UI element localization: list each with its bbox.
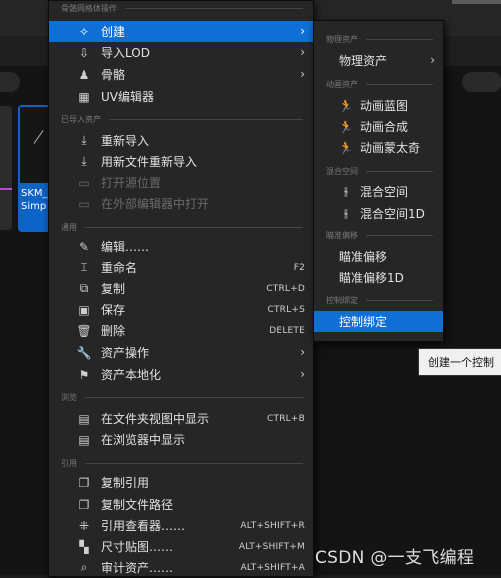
section-blend-space: 混合空间: [314, 164, 443, 178]
size-map-icon: ▚: [79, 539, 89, 554]
folder-search-icon: ▤: [78, 432, 90, 447]
section-references: 引用: [49, 456, 313, 470]
anim-blueprint-icon: 🏃: [338, 98, 354, 113]
flag-icon: ⚑: [78, 367, 90, 382]
section-physics-asset: 物理资产: [314, 32, 443, 46]
tooltip: 创建一个控制: [418, 348, 501, 376]
shortcut-label: CTRL+B: [267, 413, 305, 424]
menu-item-uv-editor[interactable]: ▦ UV编辑器: [49, 86, 313, 107]
menu-item-rename[interactable]: ⌶ 重命名 F2: [49, 257, 313, 278]
chevron-right-icon: ›: [300, 67, 305, 81]
menu-item-asset-localization[interactable]: ⚑ 资产本地化 ›: [49, 364, 313, 385]
menu-item-reference-viewer[interactable]: ⁜ 引用查看器…… ALT+SHIFT+R: [49, 515, 313, 536]
asset-context-menu: 骨骼网格体操作 ✧ 创建 › ⇩ 导入LOD › ♟ 骨骼 › ▦ UV编辑器 …: [48, 0, 314, 577]
reimport-icon: ⤓: [81, 133, 87, 147]
shortcut-label: ALT+SHIFT+A: [240, 562, 305, 573]
menu-item-delete[interactable]: 🗑 删除 DELETE: [49, 320, 313, 341]
menu-item-open-in-external-editor: ▭ 在外部编辑器中打开: [49, 193, 313, 214]
trash-icon: 🗑: [76, 323, 92, 338]
shortcut-label: CTRL+S: [267, 304, 305, 315]
menu-item-import-lod[interactable]: ⇩ 导入LOD ›: [49, 42, 313, 63]
watermark: CSDN @一支飞编程: [315, 548, 475, 568]
submenu-item-anim-montage[interactable]: 🏃 动画蒙太奇: [314, 137, 443, 158]
filter-pill[interactable]: [462, 72, 501, 92]
chevron-right-icon: ›: [430, 53, 435, 67]
anim-montage-icon: 🏃: [338, 140, 354, 155]
anim-composite-icon: 🏃: [338, 119, 354, 134]
external-editor-icon: ▭: [78, 196, 90, 211]
submenu-item-blend-space[interactable]: ⫳ 混合空间: [314, 181, 443, 202]
folder-icon: ▭: [78, 175, 90, 190]
section-browse: 浏览: [49, 390, 313, 404]
chevron-right-icon: ›: [300, 345, 305, 359]
uv-grid-icon: ▦: [78, 89, 90, 104]
create-submenu: 物理资产 物理资产 › 动画资产 🏃 动画蓝图 🏃 动画合成 🏃 动画蒙太奇 混…: [313, 20, 444, 342]
shortcut-label: ALT+SHIFT+R: [240, 520, 305, 531]
chevron-right-icon: ›: [300, 367, 305, 381]
reference-viewer-icon: ⁜: [78, 518, 90, 533]
wrench-icon: 🔧: [76, 345, 92, 360]
chevron-right-icon: ›: [300, 45, 305, 59]
pencil-icon: ✎: [78, 239, 90, 254]
rename-icon: ⌶: [80, 260, 88, 274]
duplicate-icon: ⧉: [79, 281, 89, 295]
title-bar-accent: [452, 0, 501, 4]
menu-item-show-in-folder[interactable]: ▤ 在文件夹视图中显示 CTRL+B: [49, 408, 313, 429]
menu-item-show-in-browser[interactable]: ▤ 在浏览器中显示: [49, 429, 313, 450]
section-animation-asset: 动画资产: [314, 77, 443, 91]
submenu-item-anim-blueprint[interactable]: 🏃 动画蓝图: [314, 95, 443, 116]
menu-item-edit[interactable]: ✎ 编辑……: [49, 236, 313, 257]
skeleton-icon: ♟: [78, 67, 90, 82]
asset-name: SKM_ Simp: [21, 188, 48, 212]
shortcut-label: F2: [293, 262, 305, 273]
menu-item-copy-file-path[interactable]: ❐ 复制文件路径: [49, 494, 313, 515]
submenu-item-physics-asset[interactable]: 物理资产 ›: [314, 50, 443, 71]
chevron-right-icon: ›: [300, 24, 305, 38]
asset-tile-partial[interactable]: [0, 106, 12, 230]
folder-search-icon: ▤: [78, 411, 90, 426]
menu-item-copy-reference[interactable]: ❐ 复制引用: [49, 472, 313, 493]
copy-icon: ❐: [78, 475, 90, 490]
section-imported-asset: 已导入资产: [49, 112, 313, 126]
submenu-item-aim-offset-1d[interactable]: 瞄准偏移1D: [314, 267, 443, 288]
shortcut-label: CTRL+D: [266, 283, 305, 294]
submenu-item-control-rig[interactable]: 控制绑定: [314, 311, 443, 332]
section-general: 通用: [49, 220, 313, 234]
filter-pill[interactable]: [0, 72, 20, 92]
audit-search-icon: ⌕: [80, 560, 88, 574]
copy-icon: ❐: [78, 497, 90, 512]
section-control-rig: 控制绑定: [314, 293, 443, 307]
blend-space-1d-icon: ⫳: [343, 206, 349, 220]
blend-space-icon: ⫳: [343, 184, 349, 198]
import-icon: ⇩: [78, 45, 90, 60]
menu-item-duplicate[interactable]: ⧉ 复制 CTRL+D: [49, 278, 313, 299]
section-aim-offset: 瞄准偏移: [314, 228, 443, 242]
submenu-item-blend-space-1d[interactable]: ⫳ 混合空间1D: [314, 203, 443, 224]
submenu-item-anim-composite[interactable]: 🏃 动画合成: [314, 116, 443, 137]
menu-item-save[interactable]: ▣ 保存 CTRL+S: [49, 299, 313, 320]
shortcut-label: ALT+SHIFT+M: [238, 541, 305, 552]
menu-item-create[interactable]: ✧ 创建 ›: [49, 21, 313, 42]
menu-item-reimport[interactable]: ⤓ 重新导入: [49, 130, 313, 151]
create-wand-icon: ✧: [78, 24, 90, 39]
shortcut-label: DELETE: [269, 325, 305, 336]
asset-tile-selected[interactable]: SKM_ Simp: [18, 105, 52, 232]
menu-item-asset-actions[interactable]: 🔧 资产操作 ›: [49, 342, 313, 363]
menu-item-reimport-new-file[interactable]: ⤓ 用新文件重新导入: [49, 151, 313, 172]
menu-item-skeleton[interactable]: ♟ 骨骼 ›: [49, 64, 313, 85]
menu-item-size-map[interactable]: ▚ 尺寸贴图…… ALT+SHIFT+M: [49, 536, 313, 557]
reimport-icon: ⤓: [81, 154, 87, 168]
section-skeletal-mesh-ops: 骨骼网格体操作: [49, 1, 313, 15]
save-icon: ▣: [78, 302, 90, 317]
menu-item-open-source-location: ▭ 打开源位置: [49, 172, 313, 193]
submenu-item-aim-offset[interactable]: 瞄准偏移: [314, 246, 443, 267]
